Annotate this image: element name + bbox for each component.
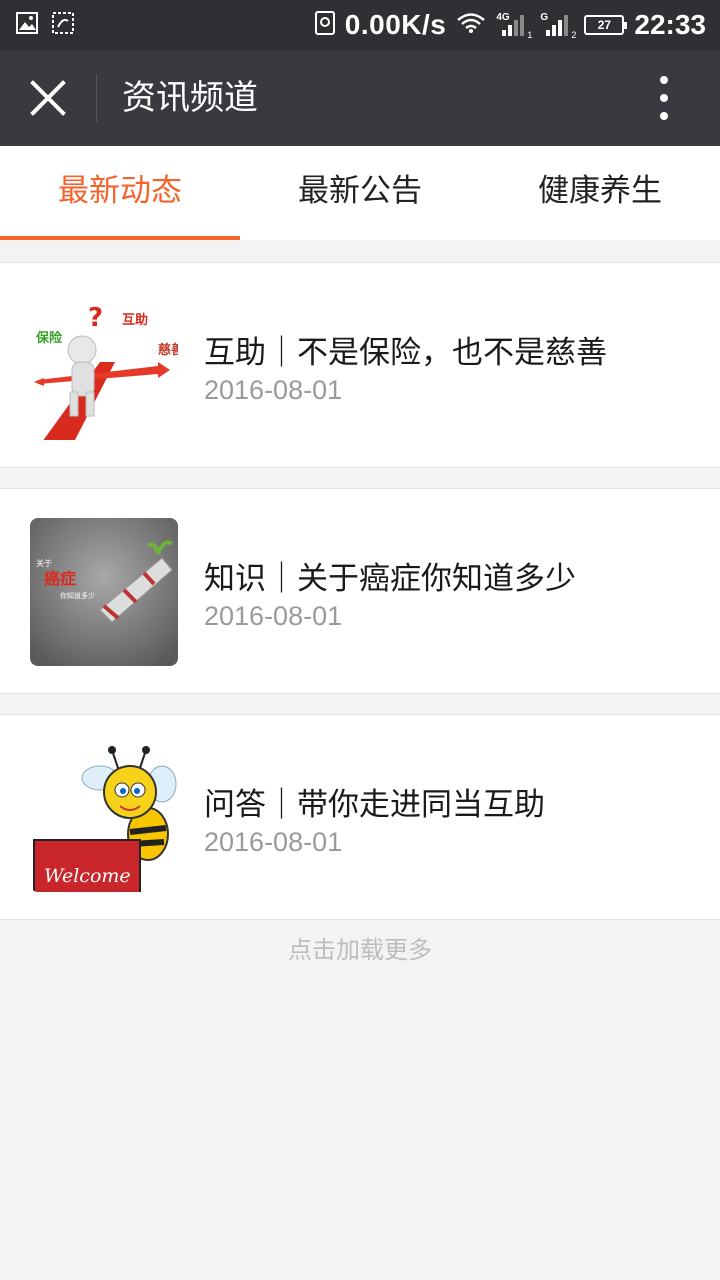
- svg-text:关于: 关于: [36, 558, 52, 568]
- more-button[interactable]: [636, 72, 692, 124]
- news-date: 2016-08-01: [204, 827, 343, 857]
- storage-icon: [314, 11, 335, 39]
- network-speed: 0.00K/s: [344, 9, 447, 40]
- tab-bar: 最新动态 最新公告 健康养生: [0, 146, 720, 240]
- status-bar: 0.00K/s 4G 1 G 2 27 22:33: [0, 0, 720, 50]
- more-vertical-icon: [660, 76, 668, 120]
- tab-latest-announcements[interactable]: 最新公告: [240, 146, 480, 240]
- svg-text:Welcome: Welcome: [44, 865, 131, 887]
- svg-text:保险: 保险: [35, 330, 63, 346]
- svg-text:癌症: 癌症: [44, 569, 76, 588]
- svg-text:互助: 互助: [122, 312, 148, 328]
- svg-text:?: ?: [88, 303, 103, 333]
- news-thumbnail: Welcome: [30, 744, 178, 892]
- news-date: 2016-08-01: [204, 375, 343, 405]
- tab-latest-news[interactable]: 最新动态: [0, 146, 240, 240]
- news-item[interactable]: Welcome 问答｜带你走进同当互助 2016-08-01: [0, 714, 720, 920]
- battery-icon: 27: [584, 15, 628, 35]
- news-thumbnail: 关于 癌症 你知道多少: [30, 518, 178, 666]
- signal-4g-icon: 4G 1: [496, 12, 533, 40]
- news-item[interactable]: ? 保险 互助 慈善 互助｜不是保险，也不是慈善 2016-08-01: [0, 262, 720, 468]
- news-title: 问答｜带你走进同当互助: [204, 787, 545, 823]
- news-title: 知识｜关于癌症你知道多少: [204, 561, 576, 597]
- tab-health[interactable]: 健康养生: [480, 146, 720, 240]
- close-button[interactable]: [20, 70, 76, 126]
- clock: 22:33: [634, 9, 706, 40]
- svg-text:你知道多少: 你知道多少: [60, 591, 95, 600]
- title-divider: [96, 74, 97, 122]
- wifi-icon: [456, 12, 486, 38]
- page-title: 资讯频道: [122, 78, 258, 118]
- load-more-button[interactable]: 点击加载更多: [0, 930, 720, 965]
- news-date: 2016-08-01: [204, 601, 343, 631]
- news-thumbnail: ? 保险 互助 慈善: [30, 292, 178, 440]
- news-item[interactable]: 关于 癌症 你知道多少 知识｜关于癌症你知道多少 2016-08-01: [0, 488, 720, 694]
- svg-text:慈善: 慈善: [158, 342, 178, 358]
- close-icon: [30, 80, 66, 116]
- screenshot-notification-icon: [52, 12, 74, 34]
- signal-g-icon: G 2: [540, 12, 577, 40]
- news-title: 互助｜不是保险，也不是慈善: [204, 335, 607, 371]
- news-list: ? 保险 互助 慈善 互助｜不是保险，也不是慈善 2016-08-01 关于 癌…: [0, 262, 720, 940]
- title-bar: 资讯频道: [0, 50, 720, 146]
- image-notification-icon: [16, 12, 38, 34]
